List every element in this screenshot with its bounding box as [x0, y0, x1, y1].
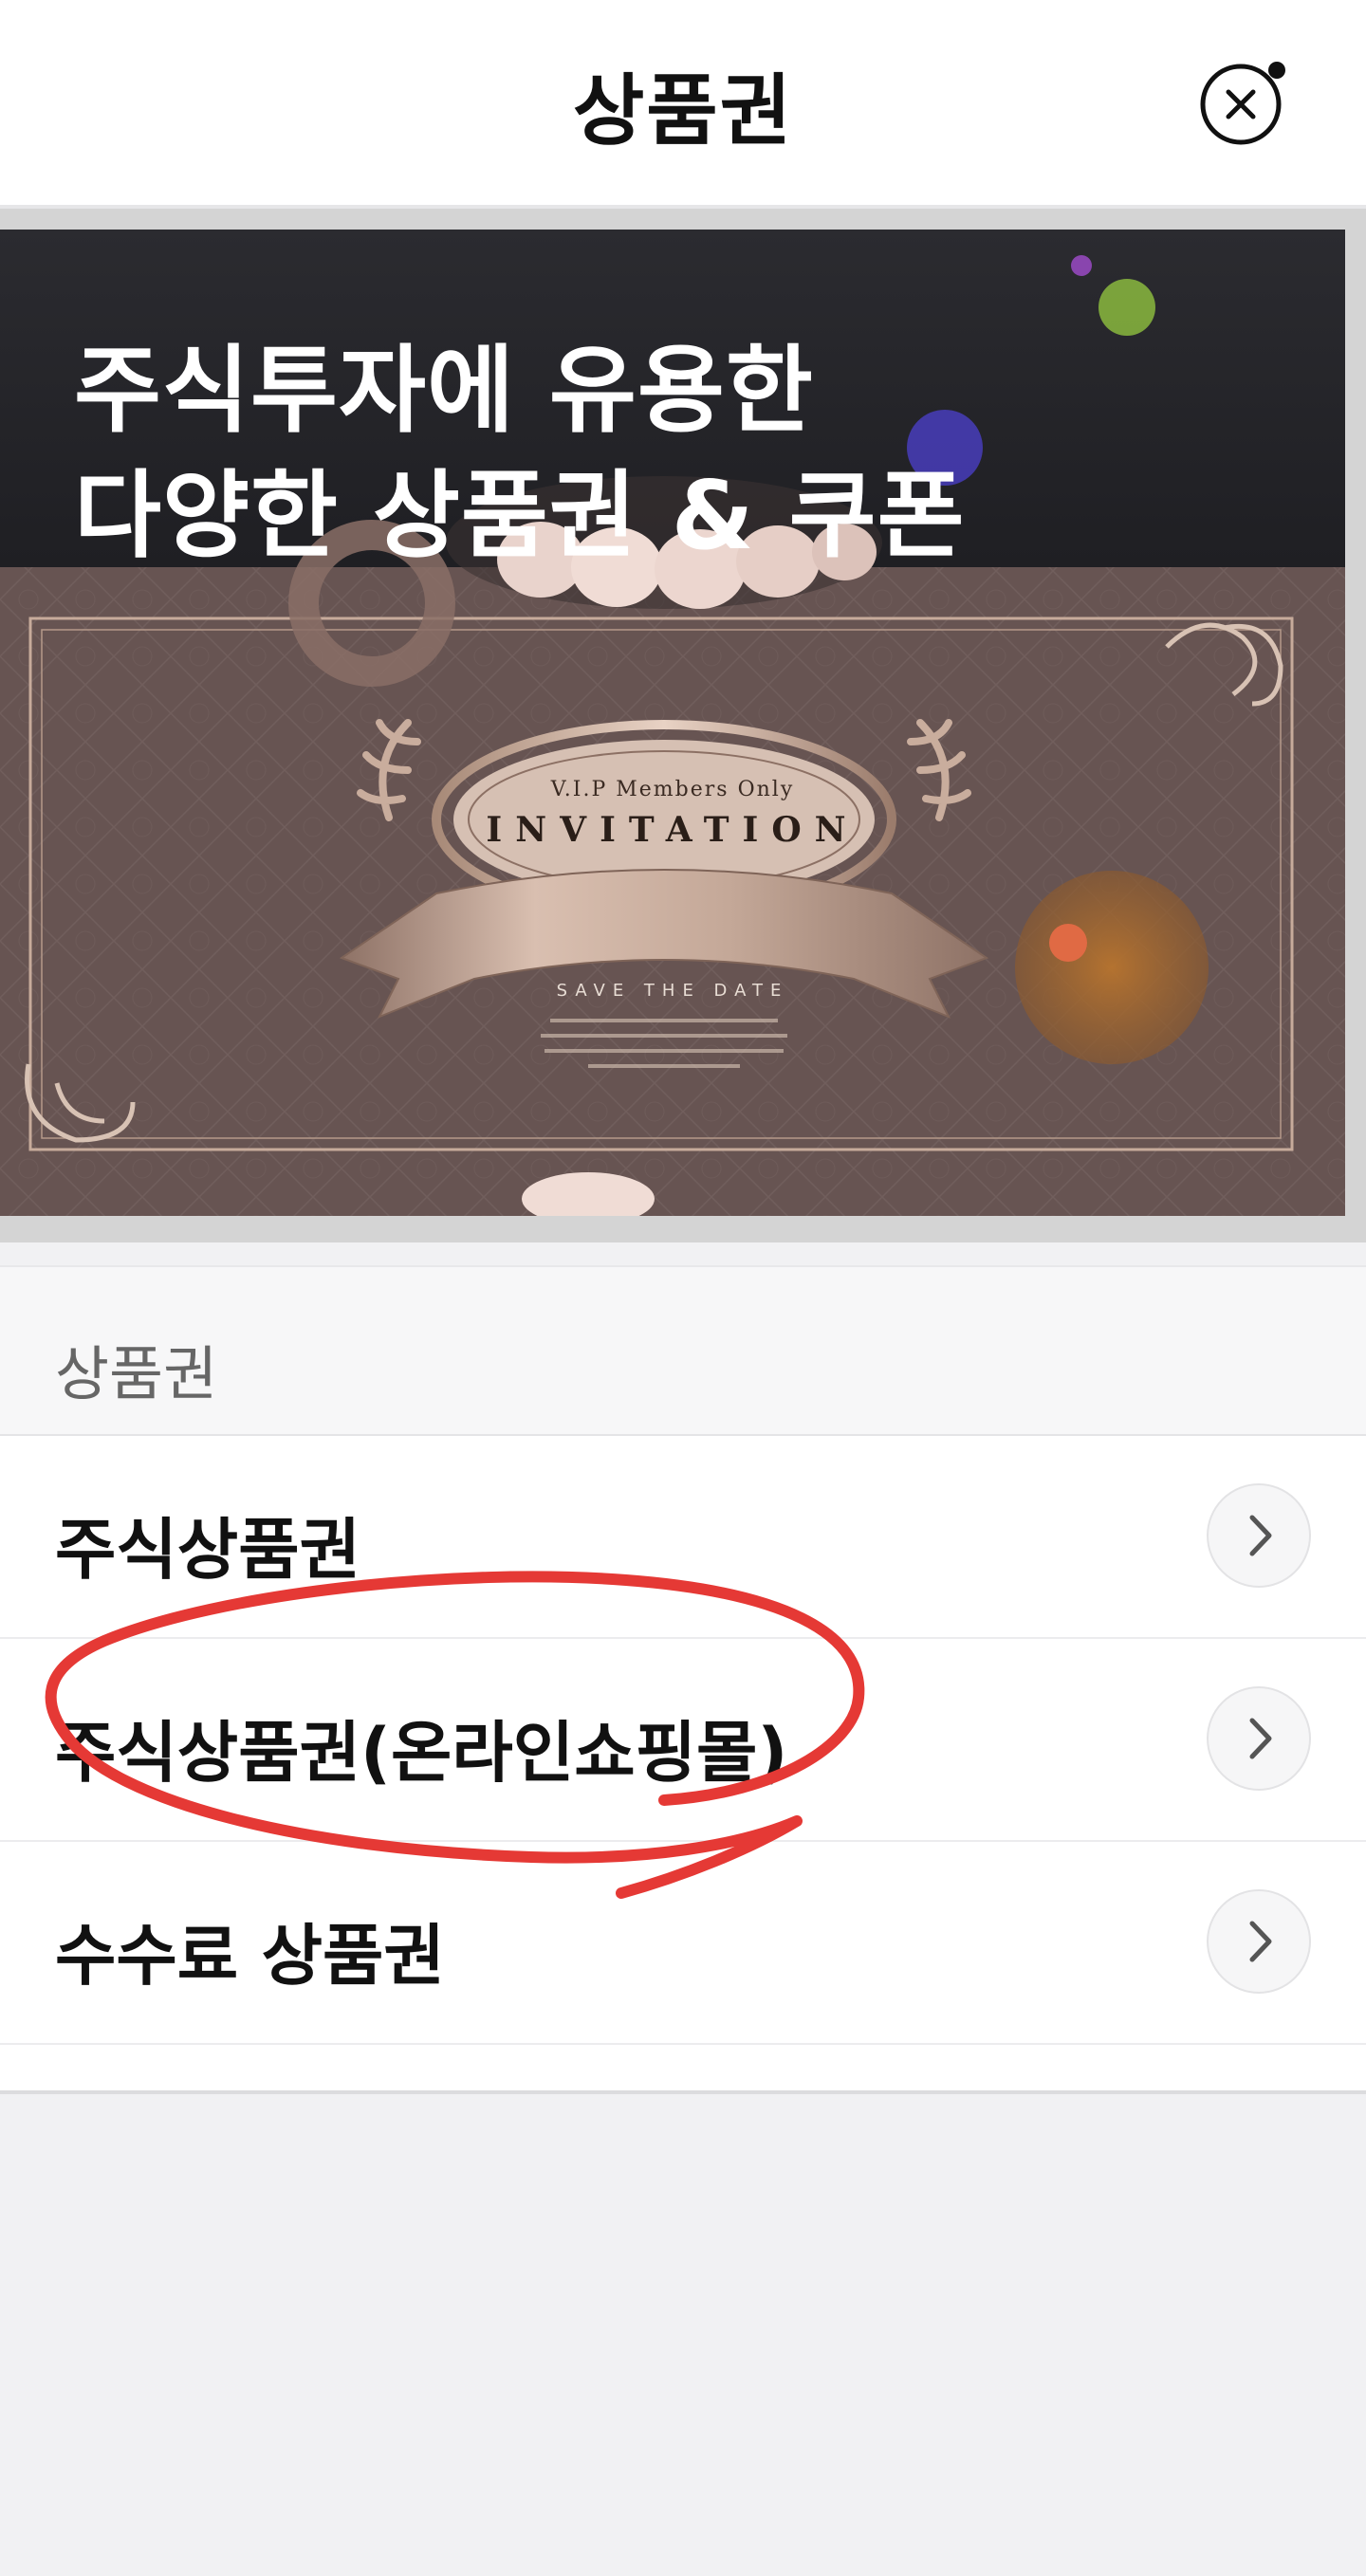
- chevron-right-icon: [1249, 1718, 1272, 1759]
- list-item-label: 주식상품권(온라인쇼핑몰): [55, 1714, 788, 1792]
- chevron-right-button[interactable]: [1207, 1686, 1311, 1791]
- promo-banner-area: 주식투자에 유용한 다양한 상품권 & 쿠폰 V.I.P Members Onl…: [0, 209, 1366, 1242]
- banner-headline: 주식투자에 유용한 다양한 상품권 & 쿠폰: [74, 328, 966, 579]
- card-main-text: INVITATION: [486, 810, 859, 850]
- banner-headline-line2: 다양한 상품권 & 쿠폰: [74, 460, 966, 571]
- section-header: 상품권: [0, 1267, 1366, 1436]
- list-item-label: 주식상품권: [55, 1511, 360, 1589]
- list-item-stock-voucher[interactable]: 주식상품권: [0, 1436, 1366, 1639]
- section-label: 상품권: [55, 1339, 218, 1408]
- page-title: 상품권: [572, 66, 794, 156]
- list-item-fee-voucher[interactable]: 수수료 상품권: [0, 1842, 1366, 2045]
- list-item-stock-voucher-online-mall[interactable]: 주식상품권(온라인쇼핑몰): [0, 1639, 1366, 1842]
- close-circle-icon: [1200, 62, 1285, 145]
- banner-headline-line1: 주식투자에 유용한: [74, 335, 814, 446]
- chevron-right-button[interactable]: [1207, 1483, 1311, 1588]
- top-bar: 상품권: [0, 0, 1366, 209]
- voucher-list: 상품권 주식상품권 주식상품권(온라인쇼핑몰) 수수료 상품권: [0, 1265, 1366, 2094]
- close-button[interactable]: [1197, 57, 1288, 148]
- card-top-text: V.I.P Members Only: [550, 778, 795, 801]
- card-date-text: SAVE THE DATE: [556, 981, 789, 1001]
- promo-banner[interactable]: 주식투자에 유용한 다양한 상품권 & 쿠폰 V.I.P Members Onl…: [0, 230, 1345, 1216]
- list-item-label: 수수료 상품권: [55, 1917, 445, 1995]
- chevron-right-button[interactable]: [1207, 1889, 1311, 1994]
- chevron-right-icon: [1249, 1921, 1272, 1962]
- chevron-right-icon: [1249, 1515, 1272, 1556]
